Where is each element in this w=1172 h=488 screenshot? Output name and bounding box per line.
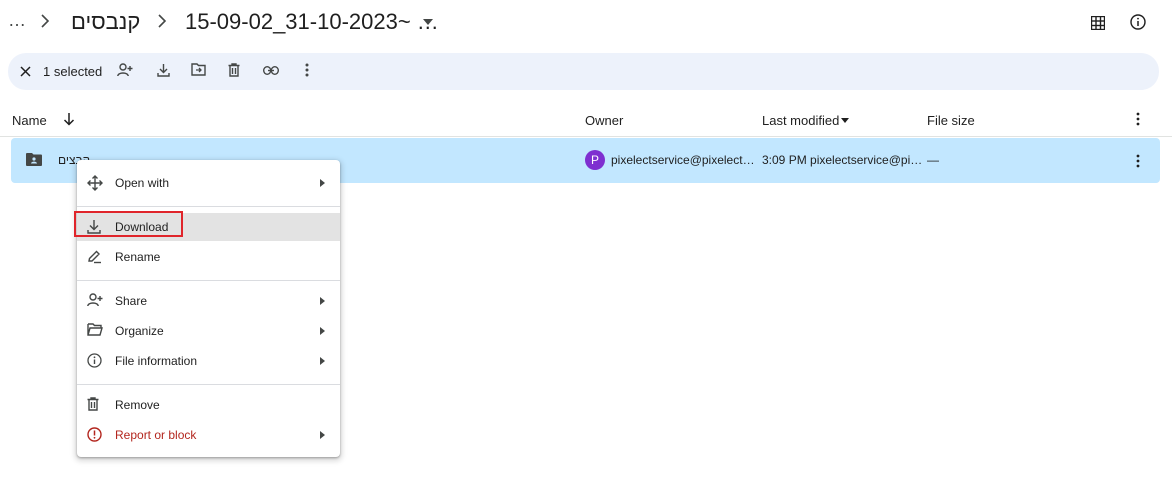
sort-arrow-down-icon[interactable] [63, 112, 75, 126]
owner-cell: pixelectservice@pixelect… [611, 153, 755, 167]
shared-folder-icon [26, 153, 42, 166]
column-header-name[interactable]: Name [12, 113, 47, 128]
column-header-owner[interactable]: Owner [585, 113, 623, 128]
menu-item-label: Rename [115, 250, 161, 264]
submenu-arrow-icon [320, 327, 325, 335]
caret-down-icon[interactable] [841, 118, 849, 123]
menu-divider [77, 206, 340, 207]
menu-item-share[interactable]: Share [77, 287, 340, 315]
selection-toolbar: 1 selected [8, 53, 1159, 90]
menu-item-organize[interactable]: Organize [77, 317, 340, 345]
menu-item-label: Share [115, 294, 148, 308]
trash-icon [87, 397, 99, 411]
more-vert-icon[interactable] [305, 63, 309, 77]
column-header-last-modified[interactable]: Last modified [762, 113, 839, 128]
submenu-arrow-icon [320, 179, 325, 187]
menu-item-rename[interactable]: Rename [77, 243, 340, 271]
header-divider [0, 136, 1172, 137]
last-modified-cell: 3:09 PM pixelectservice@pi… [762, 153, 923, 167]
file-size-cell: — [927, 153, 939, 167]
submenu-arrow-icon [320, 357, 325, 365]
more-vert-icon[interactable] [1136, 154, 1140, 168]
breadcrumb-current-folder[interactable]: 15-09-02_31-10-2023~ … [185, 9, 439, 35]
submenu-arrow-icon [320, 431, 325, 439]
info-icon [87, 353, 102, 368]
menu-item-label: Remove [115, 398, 160, 412]
share-person-add-icon [87, 293, 103, 307]
share-person-add-icon[interactable] [117, 63, 133, 77]
folder-open-icon [87, 323, 103, 336]
breadcrumb-overflow-button[interactable]: … [8, 10, 27, 31]
close-icon[interactable] [20, 66, 31, 77]
chevron-right-icon [157, 14, 167, 28]
menu-item-label: Report or block [115, 428, 197, 442]
menu-item-file-information[interactable]: File information [77, 347, 340, 375]
report-icon [87, 427, 102, 442]
menu-divider [77, 280, 340, 281]
menu-item-label: Organize [115, 324, 164, 338]
trash-icon[interactable] [228, 63, 240, 77]
info-icon[interactable] [1130, 14, 1146, 30]
menu-item-download[interactable]: Download [74, 211, 340, 241]
avatar: P [585, 150, 605, 170]
menu-divider [77, 384, 340, 385]
menu-item-report-or-block[interactable]: Report or block [77, 421, 340, 449]
download-icon[interactable] [157, 63, 170, 77]
download-highlight-box [74, 211, 183, 237]
submenu-arrow-icon [320, 297, 325, 305]
pencil-icon [87, 249, 102, 264]
menu-item-label: Open with [115, 176, 170, 190]
caret-down-icon[interactable] [423, 19, 433, 25]
menu-item-label: File information [115, 354, 198, 368]
menu-item-remove[interactable]: Remove [77, 391, 340, 419]
move-to-folder-icon[interactable] [191, 63, 206, 76]
breadcrumb-parent-folder[interactable]: קנבסים [71, 9, 140, 35]
menu-item-open-with[interactable]: Open with [77, 169, 340, 197]
grid-view-icon[interactable] [1091, 16, 1105, 30]
context-menu: Open with Download Rename Share Organize [74, 160, 340, 457]
column-header-file-size[interactable]: File size [927, 113, 975, 128]
move-arrows-icon [87, 175, 103, 191]
link-icon[interactable] [263, 66, 279, 75]
chevron-right-icon [40, 14, 50, 28]
selected-count: 1 selected [43, 64, 103, 79]
more-vert-icon[interactable] [1136, 112, 1140, 126]
